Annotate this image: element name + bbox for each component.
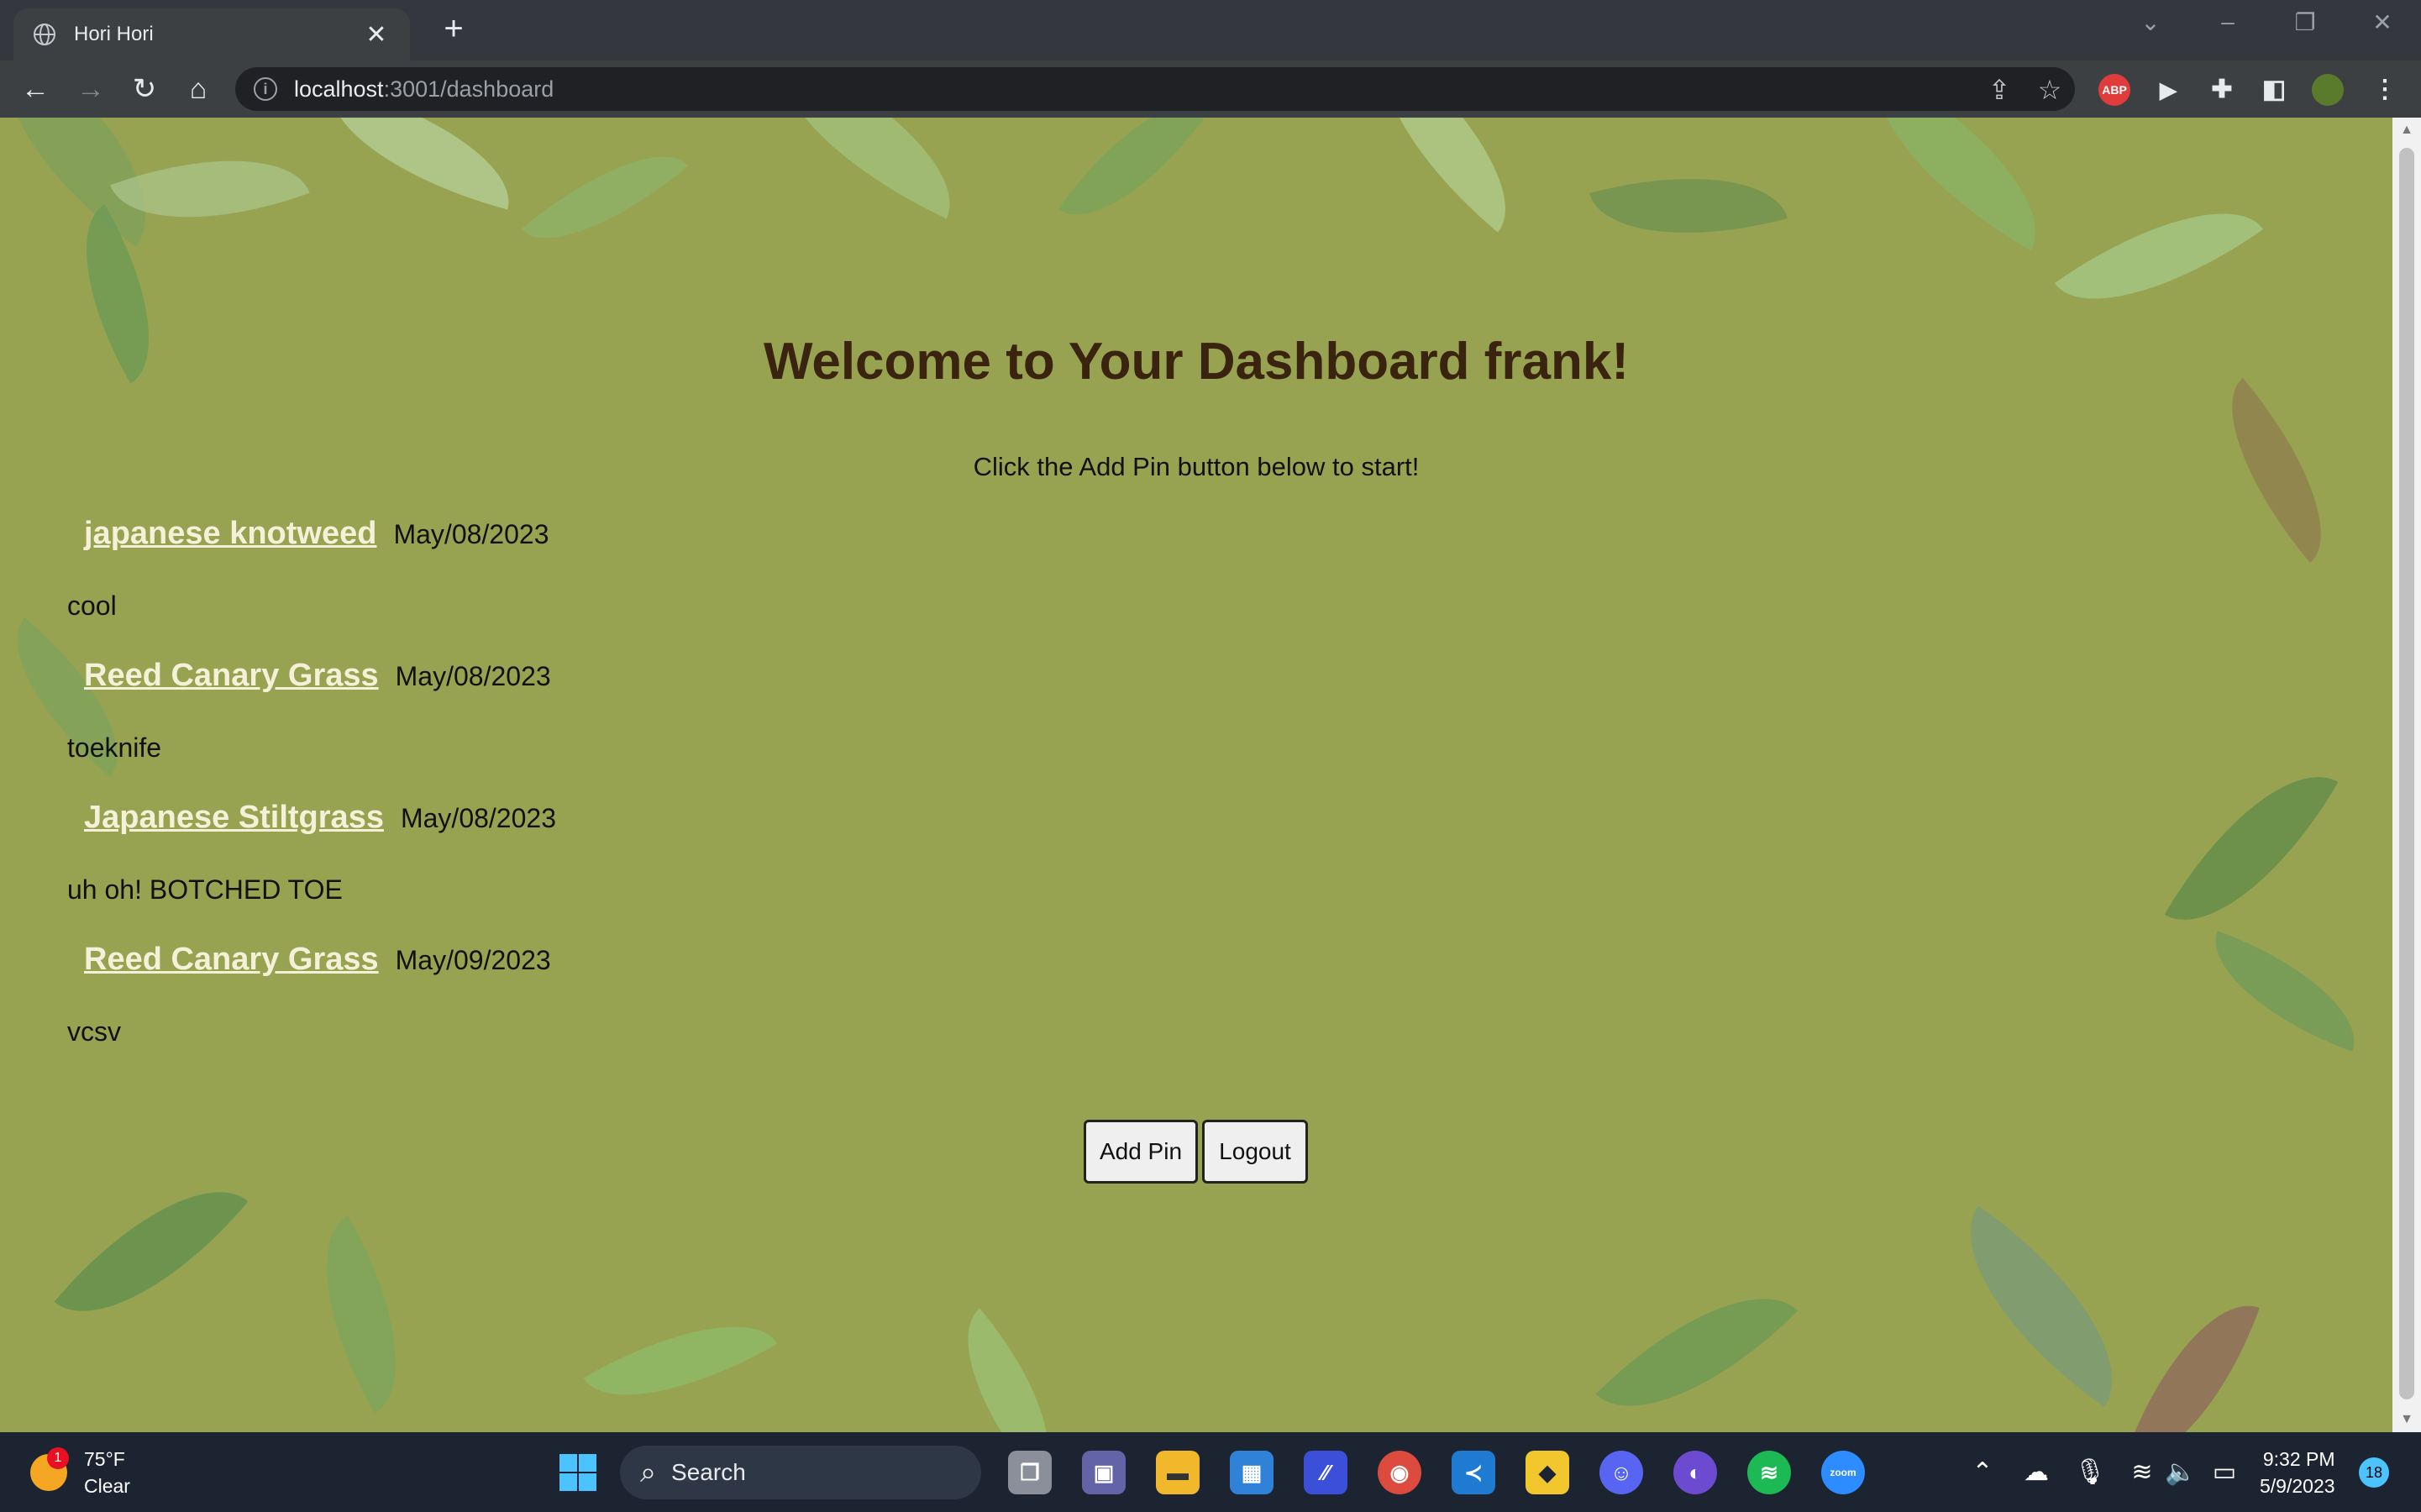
windows-start-icon[interactable] — [556, 1451, 600, 1494]
show-hidden-icons-chevron-icon[interactable]: ⌃ — [1966, 1457, 1999, 1487]
task-view-icon[interactable]: ❐ — [1008, 1451, 1052, 1494]
browser-tab[interactable]: Hori Hori ✕ — [13, 8, 410, 60]
screen-share-extension-icon[interactable]: ▶ — [2152, 74, 2184, 106]
pin-name-link[interactable]: Japanese Stiltgrass — [84, 800, 384, 835]
battery-icon[interactable]: ▭ — [2208, 1457, 2241, 1487]
pin-entry: Reed Canary Grass May/09/2023 — [84, 942, 551, 978]
pin-name-link[interactable]: japanese knotweed — [84, 516, 376, 551]
tab-search-chevron-icon[interactable]: ⌄ — [2134, 8, 2167, 36]
scrollbar-thumb[interactable] — [2399, 148, 2414, 1399]
taskbar-clock[interactable]: 9:32 PM 5/9/2023 — [2260, 1446, 2335, 1499]
tab-title: Hori Hori — [74, 23, 154, 45]
more-menu-icon[interactable]: ⋮ — [2369, 74, 2401, 106]
forward-arrow-icon[interactable]: → — [72, 71, 109, 108]
minimize-window-icon[interactable]: – — [2211, 8, 2245, 35]
pin-note: cool — [67, 591, 117, 621]
url-text: localhost:3001/dashboard — [294, 76, 554, 102]
weather-widget[interactable]: 1 75°F Clear — [30, 1446, 130, 1499]
home-icon[interactable]: ⌂ — [180, 71, 217, 108]
reload-icon[interactable]: ↻ — [126, 71, 163, 108]
pin-name-link[interactable]: Reed Canary Grass — [84, 658, 379, 693]
pin-note: vcsv — [67, 1016, 121, 1047]
pin-name-link[interactable]: Reed Canary Grass — [84, 942, 379, 977]
onedrive-cloud-icon[interactable]: ☁ — [2019, 1457, 2053, 1487]
search-icon: ⌕ — [640, 1456, 657, 1488]
git-client-icon[interactable]: ◆ — [1526, 1451, 1569, 1494]
discord-icon[interactable]: ☺ — [1599, 1451, 1643, 1494]
pin-note: toeknife — [67, 732, 162, 763]
extensions-puzzle-icon[interactable]: ✚ — [2206, 74, 2238, 106]
taskbar-search[interactable]: ⌕ Search — [620, 1446, 981, 1499]
logout-button[interactable]: Logout — [1202, 1120, 1308, 1184]
close-window-icon[interactable]: ✕ — [2366, 8, 2399, 36]
bookmark-star-icon[interactable]: ☆ — [2033, 74, 2067, 106]
address-bar[interactable]: i localhost:3001/dashboard ⇪ ☆ — [235, 67, 2075, 111]
scroll-up-arrow-icon[interactable]: ▲ — [2392, 123, 2421, 138]
site-info-icon[interactable]: i — [254, 77, 277, 101]
devtool-app-icon[interactable]: ⁄⁄ — [1304, 1451, 1347, 1494]
pin-date: May/08/2023 — [400, 803, 556, 833]
pin-date: May/09/2023 — [395, 945, 551, 975]
page-viewport: Welcome to Your Dashboard frank! Click t… — [0, 118, 2392, 1432]
pin-note: uh oh! BOTCHED TOE — [67, 874, 343, 905]
clock-time: 9:32 PM — [2262, 1448, 2335, 1470]
page-scrollbar[interactable]: ▲ ▼ — [2392, 118, 2421, 1432]
browser-tab-strip: Hori Hori ✕ + ⌄ – ❐ ✕ — [0, 0, 2421, 60]
weather-alert-badge: 1 — [47, 1447, 69, 1469]
zoom-icon[interactable]: zoom — [1821, 1451, 1865, 1494]
pin-date: May/08/2023 — [393, 519, 549, 549]
notification-count-badge[interactable]: 18 — [2359, 1457, 2389, 1488]
share-icon[interactable]: ⇪ — [1982, 74, 2016, 106]
back-arrow-icon[interactable]: ← — [17, 71, 54, 108]
microsoft-store-icon[interactable]: ▦ — [1230, 1451, 1274, 1494]
file-explorer-icon[interactable]: ▬ — [1156, 1451, 1200, 1494]
weather-temp: 75°F — [84, 1448, 125, 1470]
microphone-icon[interactable]: 🎙 — [2073, 1457, 2107, 1487]
browser-toolbar: ← → ↻ ⌂ i localhost:3001/dashboard ⇪ ☆ A… — [0, 60, 2421, 118]
chrome-icon[interactable]: ◉ — [1378, 1451, 1421, 1494]
pin-entry: japanese knotweed May/08/2023 — [84, 516, 549, 552]
volume-icon[interactable]: 🔈 — [2164, 1457, 2198, 1487]
search-label: Search — [671, 1459, 746, 1485]
clock-date: 5/9/2023 — [2260, 1475, 2335, 1497]
vscode-icon[interactable]: ≺ — [1452, 1451, 1495, 1494]
side-panel-icon[interactable]: ◧ — [2258, 74, 2290, 106]
moon-weather-icon: 1 — [30, 1447, 69, 1491]
pin-date: May/08/2023 — [395, 661, 551, 691]
browser-app-icon[interactable]: ◐ — [1673, 1451, 1717, 1494]
page-subtitle: Click the Add Pin button below to start! — [973, 452, 1420, 481]
pin-entry: Reed Canary Grass May/08/2023 — [84, 658, 551, 694]
teams-chat-icon[interactable]: ▣ — [1082, 1451, 1126, 1494]
restore-window-icon[interactable]: ❐ — [2288, 8, 2322, 36]
close-tab-icon[interactable]: ✕ — [361, 20, 391, 50]
pin-entry: Japanese Stiltgrass May/08/2023 — [84, 800, 556, 836]
new-tab-icon[interactable]: + — [437, 12, 470, 45]
page-title: Welcome to Your Dashboard frank! — [763, 333, 1630, 391]
scroll-down-arrow-icon[interactable]: ▼ — [2392, 1412, 2421, 1427]
profile-avatar[interactable] — [2312, 74, 2344, 106]
add-pin-button[interactable]: Add Pin — [1084, 1120, 1198, 1184]
weather-desc: Clear — [84, 1475, 130, 1497]
wifi-icon[interactable]: ≋ — [2125, 1457, 2159, 1487]
taskbar: 1 75°F Clear ⌕ Search ❐ ▣ ▬ ▦ ⁄⁄ ◉ ≺ ◆ ☺… — [0, 1432, 2421, 1512]
globe-icon — [32, 22, 57, 47]
spotify-icon[interactable]: ≋ — [1747, 1451, 1791, 1494]
adblock-icon[interactable]: ABP — [2098, 74, 2130, 106]
